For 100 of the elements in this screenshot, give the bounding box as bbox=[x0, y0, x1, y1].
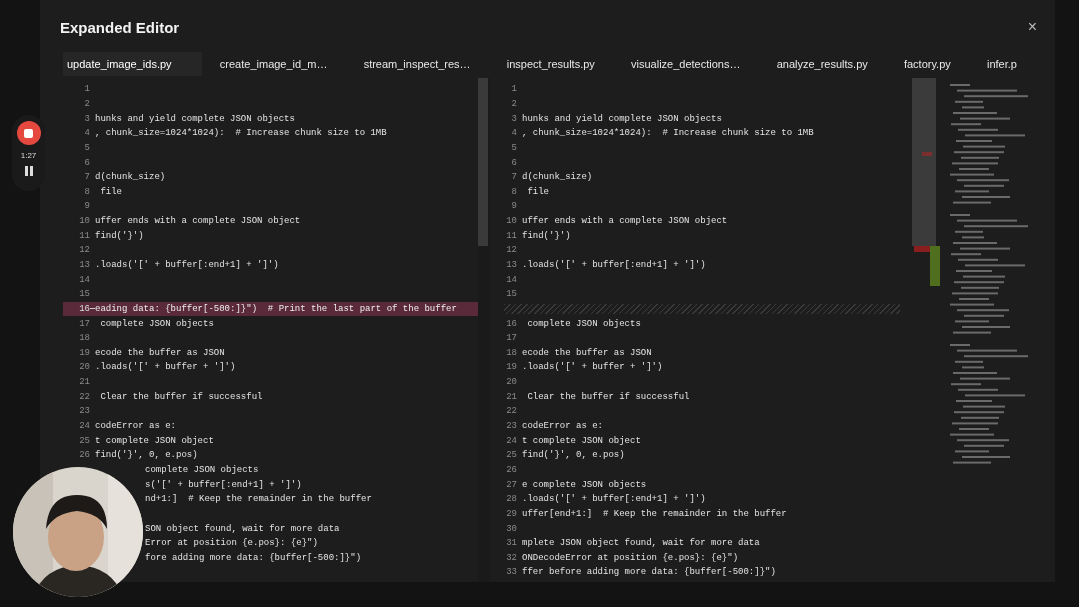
line-number: 9 bbox=[510, 201, 517, 212]
code-line: e complete JSON objects bbox=[522, 479, 647, 490]
code-line: mplete JSON object found, wait for more data bbox=[522, 538, 760, 549]
code-line: .loads('[' + buffer + ']') bbox=[95, 362, 236, 373]
code-line: ffer before adding more data: {buffer[-500:]}") bbox=[522, 567, 776, 578]
line-number: 31 bbox=[505, 538, 517, 549]
code-line: d(chunk_size) bbox=[522, 172, 593, 183]
line-number: 12 bbox=[78, 245, 90, 256]
line-number: 28 bbox=[505, 494, 517, 505]
line-number: 8 bbox=[83, 186, 90, 197]
line-number: 17 bbox=[505, 333, 517, 344]
line-number: 19 bbox=[505, 362, 517, 373]
recording-time: 1:27 bbox=[20, 151, 37, 160]
file-tab[interactable]: inspect_results.py bbox=[488, 52, 613, 76]
file-tab[interactable]: infer.p bbox=[968, 52, 1036, 76]
code-line: t complete JSON object bbox=[95, 435, 214, 446]
code-line: complete JSON objects bbox=[145, 464, 259, 475]
line-number: 23 bbox=[78, 406, 90, 417]
line-number: 24 bbox=[78, 421, 90, 432]
line-number: 27 bbox=[505, 479, 517, 490]
line-number: 11 bbox=[505, 230, 517, 241]
line-number: 2 bbox=[83, 98, 90, 109]
removed-code-line: eading data: {buffer[-500:]}") # Print the last part of the buffer bbox=[95, 303, 457, 314]
code-line: uffer ends with a complete JSON object bbox=[95, 216, 301, 227]
code-line: complete JSON objects bbox=[99, 318, 214, 329]
line-number: 13 bbox=[505, 260, 517, 270]
file-tab[interactable]: factory.py bbox=[885, 52, 969, 76]
code-line: ecode the buffer as JSON bbox=[522, 347, 652, 358]
code-line: .loads('[' + buffer + ']') bbox=[522, 362, 663, 373]
pause-icon[interactable] bbox=[24, 166, 33, 176]
line-number: 24 bbox=[505, 435, 517, 446]
line-number: 8 bbox=[510, 186, 517, 197]
code-line: t complete JSON object bbox=[522, 435, 641, 446]
line-number: 7 bbox=[83, 172, 90, 183]
line-number: 21 bbox=[505, 391, 517, 402]
line-number: 12 bbox=[505, 245, 517, 256]
code-line: fore adding more data: {buffer[-500:]}") bbox=[145, 552, 362, 563]
line-number: 30 bbox=[505, 523, 517, 534]
code-line: Clear the buffer if successful bbox=[526, 391, 690, 402]
file-tab[interactable]: stream_inspect_res… bbox=[345, 52, 489, 76]
code-line: complete JSON objects bbox=[526, 318, 641, 329]
scrollbar-thumb[interactable] bbox=[478, 78, 488, 246]
line-number: 19 bbox=[78, 347, 90, 358]
code-line: s('[' + buffer[:end+1] + ']') bbox=[145, 479, 302, 490]
window-title: Expanded Editor bbox=[60, 18, 180, 36]
code-line: codeError as e: bbox=[95, 421, 176, 432]
line-number: 13 bbox=[78, 260, 90, 270]
code-line: find('}', 0, e.pos) bbox=[95, 450, 198, 461]
code-line: d(chunk_size) bbox=[95, 172, 166, 183]
file-tab[interactable]: create_image_id_m… bbox=[201, 52, 346, 76]
line-number: 1 bbox=[83, 84, 90, 95]
close-button[interactable]: × bbox=[1023, 18, 1041, 36]
line-number: 16 bbox=[78, 303, 90, 314]
line-number: 22 bbox=[505, 406, 517, 417]
line-number: 16 bbox=[505, 318, 517, 329]
line-number: 6 bbox=[510, 157, 517, 168]
file-tab[interactable]: visualize_detections… bbox=[612, 52, 759, 76]
line-number: 20 bbox=[505, 377, 517, 388]
code-line: nd+1:] # Keep the remainder in the buffer bbox=[145, 494, 372, 505]
line-number: 4 bbox=[83, 128, 90, 139]
line-number: 5 bbox=[510, 142, 517, 153]
code-line: , chunk_size=1024*1024): # Increase chunk size to 1MB bbox=[95, 128, 387, 139]
line-number: 7 bbox=[510, 172, 517, 183]
code-line: , chunk_size=1024*1024): # Increase chunk size to 1MB bbox=[522, 128, 814, 139]
line-number: 10 bbox=[505, 216, 517, 227]
line-number: 6 bbox=[83, 157, 90, 168]
line-number: 10 bbox=[78, 216, 90, 227]
line-number: 3 bbox=[510, 113, 517, 124]
code-line: .loads('[' + buffer[:end+1] + ']') bbox=[95, 260, 279, 270]
line-number: 18 bbox=[505, 347, 517, 358]
code-line: ecode the buffer as JSON bbox=[95, 347, 225, 358]
line-number: 29 bbox=[505, 508, 517, 519]
code-line: find('}') bbox=[95, 230, 144, 241]
line-number: 32 bbox=[505, 552, 517, 563]
line-number: 15 bbox=[78, 289, 90, 300]
line-number: 4 bbox=[510, 128, 517, 139]
line-number: 15 bbox=[505, 289, 517, 300]
code-line: find('}', 0, e.pos) bbox=[522, 450, 625, 461]
code-line: file bbox=[526, 186, 549, 197]
code-line: hunks and yield complete JSON objects bbox=[522, 113, 722, 124]
line-number: 18 bbox=[78, 333, 90, 344]
line-number: 2 bbox=[510, 98, 517, 109]
line-number: 21 bbox=[78, 377, 90, 388]
code-line: SON object found, wait for more data bbox=[145, 523, 340, 534]
line-number: 25 bbox=[505, 450, 517, 461]
code-line: .loads('[' + buffer[:end+1] + ']') bbox=[522, 494, 706, 505]
code-line: uffer[end+1:] # Keep the remainder in the buffer bbox=[522, 508, 787, 519]
file-tab[interactable]: analyze_results.py bbox=[758, 52, 886, 76]
line-number: 33 bbox=[505, 567, 517, 578]
line-number: 1 bbox=[510, 84, 517, 95]
line-number: 11 bbox=[78, 230, 90, 241]
code-line: Error at position {e.pos}: {e}") bbox=[145, 538, 318, 549]
line-number: 25 bbox=[78, 435, 90, 446]
file-tab[interactable]: update_image_ids.py bbox=[63, 52, 202, 76]
stop-recording-button[interactable] bbox=[16, 121, 41, 145]
code-line: Clear the buffer if successful bbox=[99, 391, 263, 402]
line-number: 3 bbox=[83, 113, 90, 124]
code-line: find('}') bbox=[522, 230, 571, 241]
code-line: .loads('[' + buffer[:end+1] + ']') bbox=[522, 260, 706, 270]
line-number: 14 bbox=[505, 274, 517, 285]
